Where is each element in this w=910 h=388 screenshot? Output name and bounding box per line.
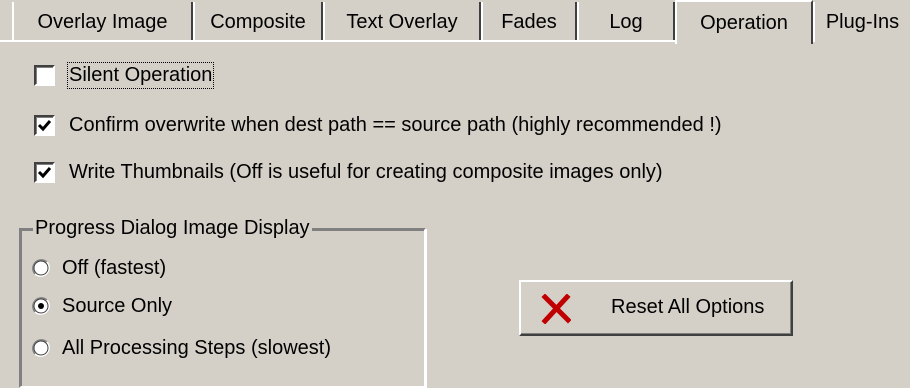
tab-divider	[0, 40, 677, 42]
write-thumbnails-checkbox[interactable]	[34, 161, 55, 183]
radio-selected-dot-icon	[38, 303, 44, 309]
tab-operation[interactable]: Operation	[675, 0, 813, 44]
reset-all-options-button[interactable]: Reset All Options	[519, 280, 793, 336]
radio-button[interactable]	[32, 297, 50, 315]
tab-strip: Overlay Image Composite Text Overlay Fad…	[0, 0, 910, 44]
silent-operation-label: Silent Operation	[66, 61, 215, 89]
checkmark-icon	[37, 119, 52, 131]
silent-operation-option[interactable]: Silent Operation	[34, 61, 215, 89]
radio-label-source-only: Source Only	[62, 294, 173, 317]
radio-option-off[interactable]: Off (fastest)	[32, 254, 166, 282]
write-thumbnails-option[interactable]: Write Thumbnails (Off is useful for crea…	[34, 158, 663, 186]
radio-option-all-steps[interactable]: All Processing Steps (slowest)	[32, 334, 331, 362]
radio-option-source-only[interactable]: Source Only	[32, 292, 172, 320]
confirm-overwrite-checkbox[interactable]	[34, 114, 55, 136]
radio-label-all-steps: All Processing Steps (slowest)	[62, 336, 331, 359]
progress-display-group-title: Progress Dialog Image Display	[33, 215, 312, 241]
checkmark-icon	[37, 166, 52, 178]
radio-label-off: Off (fastest)	[62, 256, 167, 279]
tab-plug-ins[interactable]: Plug-Ins	[813, 2, 910, 42]
silent-operation-checkbox[interactable]	[34, 64, 55, 86]
confirm-overwrite-option[interactable]: Confirm overwrite when dest path == sour…	[34, 111, 722, 139]
radio-button[interactable]	[32, 259, 50, 277]
tab-fades[interactable]: Fades	[481, 2, 577, 42]
radio-button[interactable]	[32, 339, 50, 357]
reset-all-options-label: Reset All Options	[611, 296, 765, 318]
tab-text-overlay[interactable]: Text Overlay	[323, 2, 481, 42]
write-thumbnails-label: Write Thumbnails (Off is useful for crea…	[69, 160, 663, 183]
red-x-icon	[541, 294, 571, 324]
tab-overlay-image[interactable]: Overlay Image	[12, 2, 193, 42]
confirm-overwrite-label: Confirm overwrite when dest path == sour…	[69, 113, 722, 136]
tab-log[interactable]: Log	[577, 2, 675, 42]
tab-composite[interactable]: Composite	[193, 2, 323, 42]
